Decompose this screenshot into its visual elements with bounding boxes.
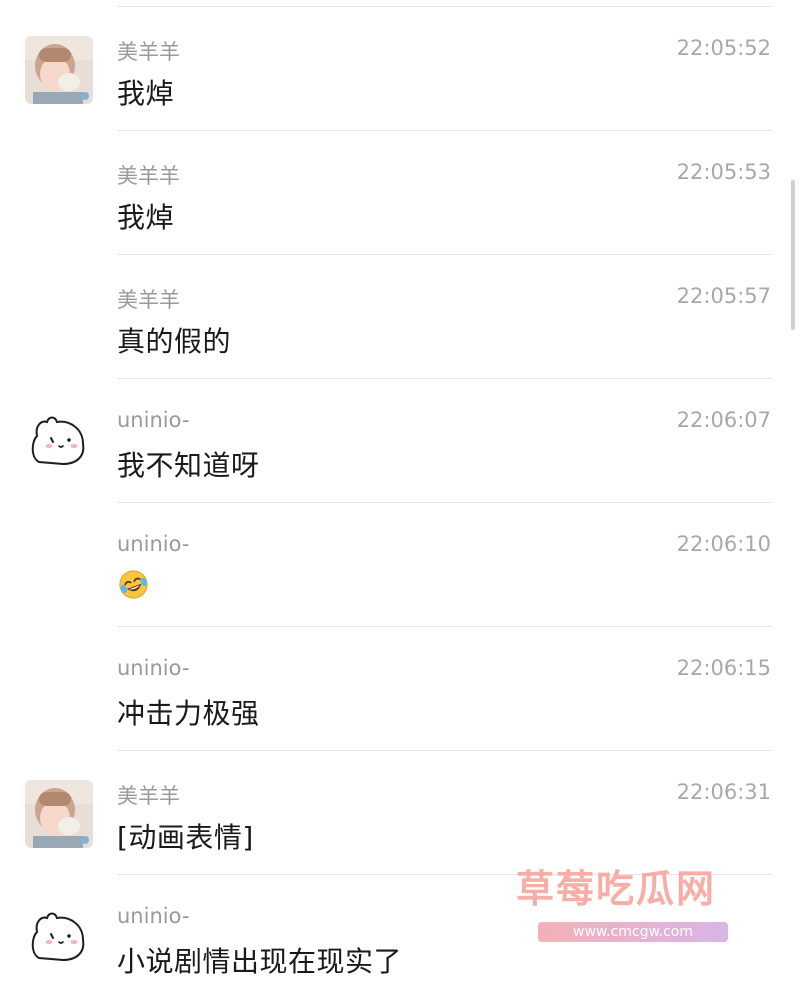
avatar-girl-photo[interactable]	[25, 780, 93, 848]
sender-name: uninio-	[117, 656, 190, 680]
sender-name: 美羊羊	[117, 784, 180, 808]
avatar-bunny-doodle[interactable]	[25, 408, 93, 476]
message-timestamp: 22:05:53	[676, 160, 771, 184]
scrollbar-thumb[interactable]	[791, 180, 795, 330]
message-timestamp: 22:06:07	[676, 408, 771, 432]
message-divider	[117, 130, 773, 131]
message-timestamp: 22:05:57	[676, 284, 771, 308]
chat-message-list[interactable]: 美羊羊 22:05:52 我焯 美羊羊 22:05:53 我焯 美羊羊 22:0…	[0, 0, 800, 997]
sender-name: 美羊羊	[117, 288, 180, 312]
message-divider	[117, 6, 773, 7]
message-divider	[117, 254, 773, 255]
sender-name: uninio-	[117, 904, 190, 928]
chat-message[interactable]: uninio- 22:06:07 我不知道呀	[0, 378, 800, 502]
message-timestamp: 22:05:52	[676, 36, 771, 60]
chat-message[interactable]: 美羊羊 22:05:57 真的假的	[0, 254, 800, 378]
message-text[interactable]: 冲击力极强	[117, 692, 260, 732]
message-text[interactable]: 我不知道呀	[117, 444, 260, 484]
message-text[interactable]: [动画表情]	[117, 816, 254, 856]
watermark-url: www.cmcgw.com	[538, 922, 728, 942]
chat-message[interactable]: 美羊羊 22:06:31 [动画表情]	[0, 750, 800, 874]
avatar-bunny-doodle[interactable]	[25, 904, 93, 972]
message-text[interactable]: 小说剧情出现在现实了	[117, 940, 402, 980]
message-timestamp: 22:06:10	[676, 532, 771, 556]
message-divider	[117, 750, 773, 751]
message-divider	[117, 502, 773, 503]
sender-name: 美羊羊	[117, 40, 180, 64]
message-text[interactable]: 真的假的	[117, 320, 231, 360]
message-divider	[117, 378, 773, 379]
avatar-girl-photo[interactable]	[25, 36, 93, 104]
chat-message[interactable]: uninio- 22:06:15 冲击力极强	[0, 626, 800, 750]
chat-message[interactable]: uninio- 22:06:10	[0, 502, 800, 626]
sender-name: uninio-	[117, 532, 190, 556]
sender-name: 美羊羊	[117, 164, 180, 188]
message-divider	[117, 626, 773, 627]
message-timestamp: 22:06:31	[676, 780, 771, 804]
chat-message[interactable]: 美羊羊 22:05:53 我焯	[0, 130, 800, 254]
chat-message[interactable]: 美羊羊 22:05:52 我焯	[0, 6, 800, 130]
watermark-title: 草莓吃瓜网	[516, 867, 717, 911]
watermark: 草莓吃瓜网 www.cmcgw.com	[512, 858, 762, 948]
sender-name: uninio-	[117, 408, 190, 432]
message-timestamp: 22:06:15	[676, 656, 771, 680]
laughing-crying-emoji-icon[interactable]	[117, 568, 150, 601]
message-text[interactable]: 我焯	[117, 196, 174, 236]
message-text[interactable]: 我焯	[117, 72, 174, 112]
